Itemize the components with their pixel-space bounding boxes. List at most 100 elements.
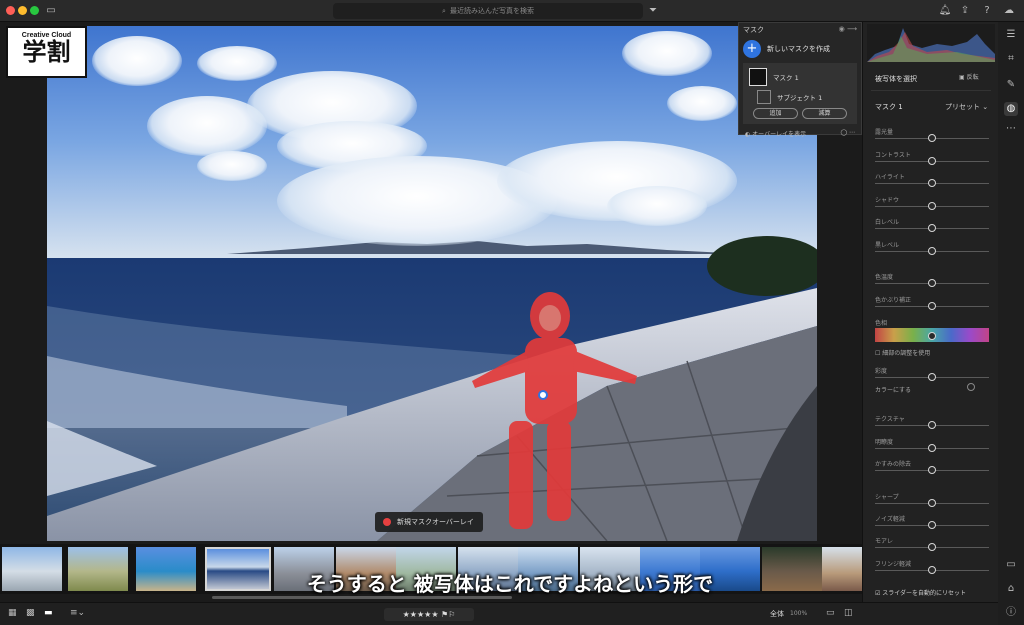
detail-view-icon[interactable]: ▬ [44,608,53,618]
mask-panel-title: マスク [743,26,764,34]
edit-panel: 被写体を選択 ▣ 反転 マスク 1 プリセット ⌄ ☐ 細部の調整を使用 カラー… [862,22,998,602]
fine-tune-checkbox[interactable]: ☐ 細部の調整を使用 [875,348,930,357]
histogram [867,24,995,62]
select-subject-label[interactable]: 被写体を選択 [875,74,917,84]
grid-view-icon[interactable]: ▦ [8,608,17,618]
mask-item[interactable]: マスク 1 [743,66,857,88]
search-icon: ⌕ [442,6,446,15]
before-after-icon[interactable]: ◫ [844,608,853,618]
subject-icon [757,90,771,104]
slider-knob[interactable] [928,566,936,574]
slider-knob[interactable] [928,224,936,232]
color-swatch-button[interactable] [967,383,975,391]
bell-icon[interactable]: 🔔︎ [938,4,952,18]
zoom-window-button[interactable] [30,6,39,15]
slider-row: 明瞭度 [863,437,999,452]
slider-knob[interactable] [928,134,936,142]
flag-icon[interactable]: ⚑⚐ [441,610,455,619]
filter-icon[interactable]: ⏷ [646,4,660,18]
comments-icon[interactable]: ▭ [1004,558,1018,572]
tag-icon[interactable]: ⌂ [1004,582,1018,596]
auto-reset-checkbox[interactable]: ☑ スライダーを自動的にリセット [875,588,966,597]
slider-row: シャドウ [863,195,999,210]
photo-image[interactable] [47,26,817,541]
panel-controls-icon[interactable]: ◉ ⟶ [839,25,857,35]
slider-row: 露光量 [863,127,999,142]
info-icon[interactable]: ⓘ [1004,606,1018,620]
creative-cloud-logo: Creative Cloud 学割 [6,26,87,78]
show-overlay-toggle[interactable]: ◐ オーバーレイを表示 [745,129,806,138]
slider-row: 色温度 [863,272,999,287]
share-icon[interactable]: ⇪ [958,4,972,18]
slider-knob[interactable] [928,499,936,507]
more-tools-icon[interactable]: ⋯ [1004,122,1018,136]
mask-thumbnail [749,68,767,86]
overlay-toast[interactable]: 新規マスクオーバーレイ [375,512,483,532]
slider-row: シャープ [863,492,999,507]
filmstrip-thumbnail[interactable] [68,547,128,591]
healing-icon[interactable]: ✎ [1004,78,1018,92]
slider-knob[interactable] [928,157,936,165]
slider-knob[interactable] [928,202,936,210]
mask-name-label: マスク 1 [875,103,903,111]
create-new-mask-label: 新しいマスクを作成 [767,45,830,53]
overlay-toast-label: 新規マスクオーバーレイ [397,518,474,526]
create-new-mask-button[interactable]: + 新しいマスクを作成 [739,37,861,61]
search-placeholder: 最近読み込んだ写真を検索 [449,7,534,15]
fit-zoom-button[interactable]: 全体 [770,609,784,619]
title-bar: ▭ ⌕ 最近読み込んだ写真を検索 ⏷ 🔔︎ ⇪ ? ☁ [0,0,1024,22]
logo-line2: 学割 [22,38,71,66]
auto-reset-label: スライダーを自動的にリセット [882,590,967,597]
slider-knob[interactable] [928,279,936,287]
slider-row: 彩度 [863,366,999,381]
subtract-mask-button[interactable]: 減算 [802,108,847,119]
slider-knob[interactable] [928,543,936,551]
minimize-window-button[interactable] [18,6,27,15]
slider-knob[interactable] [928,444,936,452]
hue-knob[interactable] [928,332,936,340]
slider-knob[interactable] [928,466,936,474]
bottom-toolbar: ▦ ▩ ▬ ≡⌄ ★★★★★ ⚑⚐ 全体 100% ▭ ◫ [0,602,998,625]
preset-label: プリセット [945,103,980,111]
mask-panel: マスク ◉ ⟶ + 新しいマスクを作成 マスク 1 サブジェクト 1 追加 減算… [738,22,862,138]
filmstrip-thumbnail[interactable] [822,547,862,591]
slider-row: コントラスト [863,150,999,165]
edit-sliders-icon[interactable]: ☰ [1004,28,1018,42]
slider-row: ハイライト [863,172,999,187]
colorize-label: カラーにする [875,387,912,394]
mask-component-label: サブジェクト 1 [777,94,823,102]
preset-dropdown[interactable]: プリセット ⌄ [945,102,988,112]
cloud-icon[interactable]: ☁ [1002,4,1016,18]
slider-row: ノイズ軽減 [863,514,999,529]
more-options-icon[interactable]: ◯ ⋯ [840,129,855,138]
zoom-percentage[interactable]: 100% [790,610,807,617]
help-icon[interactable]: ? [980,4,994,18]
add-mask-button[interactable]: 追加 [753,108,798,119]
slider-row: 色相 [863,318,999,340]
slider-label: 色相 [875,320,888,327]
slider-knob[interactable] [928,521,936,529]
invert-toggle[interactable]: ▣ 反転 [959,72,979,81]
crop-icon[interactable]: ⌗ [1004,52,1018,66]
sort-icon[interactable]: ≡⌄ [70,608,85,618]
close-window-button[interactable] [6,6,15,15]
invert-label: 反転 [966,74,979,81]
slider-knob[interactable] [928,179,936,187]
slider-knob[interactable] [928,247,936,255]
slider-knob[interactable] [928,373,936,381]
compare-icon[interactable]: ▭ [826,608,835,618]
tool-strip: ☰ ⌗ ✎ ◍ ⋯ ▭ ⌂ ⓘ [998,22,1024,625]
slider-row: テクスチャ [863,414,999,429]
mask-pin-icon[interactable] [538,390,548,400]
sidebar-toggle-icon[interactable]: ▭ [44,4,58,18]
filmstrip-thumbnail[interactable] [136,547,196,591]
search-input[interactable]: ⌕ 最近読み込んだ写真を検索 [333,3,643,19]
square-grid-icon[interactable]: ▩ [26,608,35,618]
mask-component-item[interactable]: サブジェクト 1 [743,88,857,106]
slider-knob[interactable] [928,421,936,429]
filmstrip-thumbnail[interactable] [2,547,62,591]
slider-knob[interactable] [928,302,936,310]
masking-icon[interactable]: ◍ [1004,102,1018,116]
mask-item-label: マスク 1 [773,74,799,82]
star-rating[interactable]: ★★★★★ ⚑⚐ [384,608,474,621]
